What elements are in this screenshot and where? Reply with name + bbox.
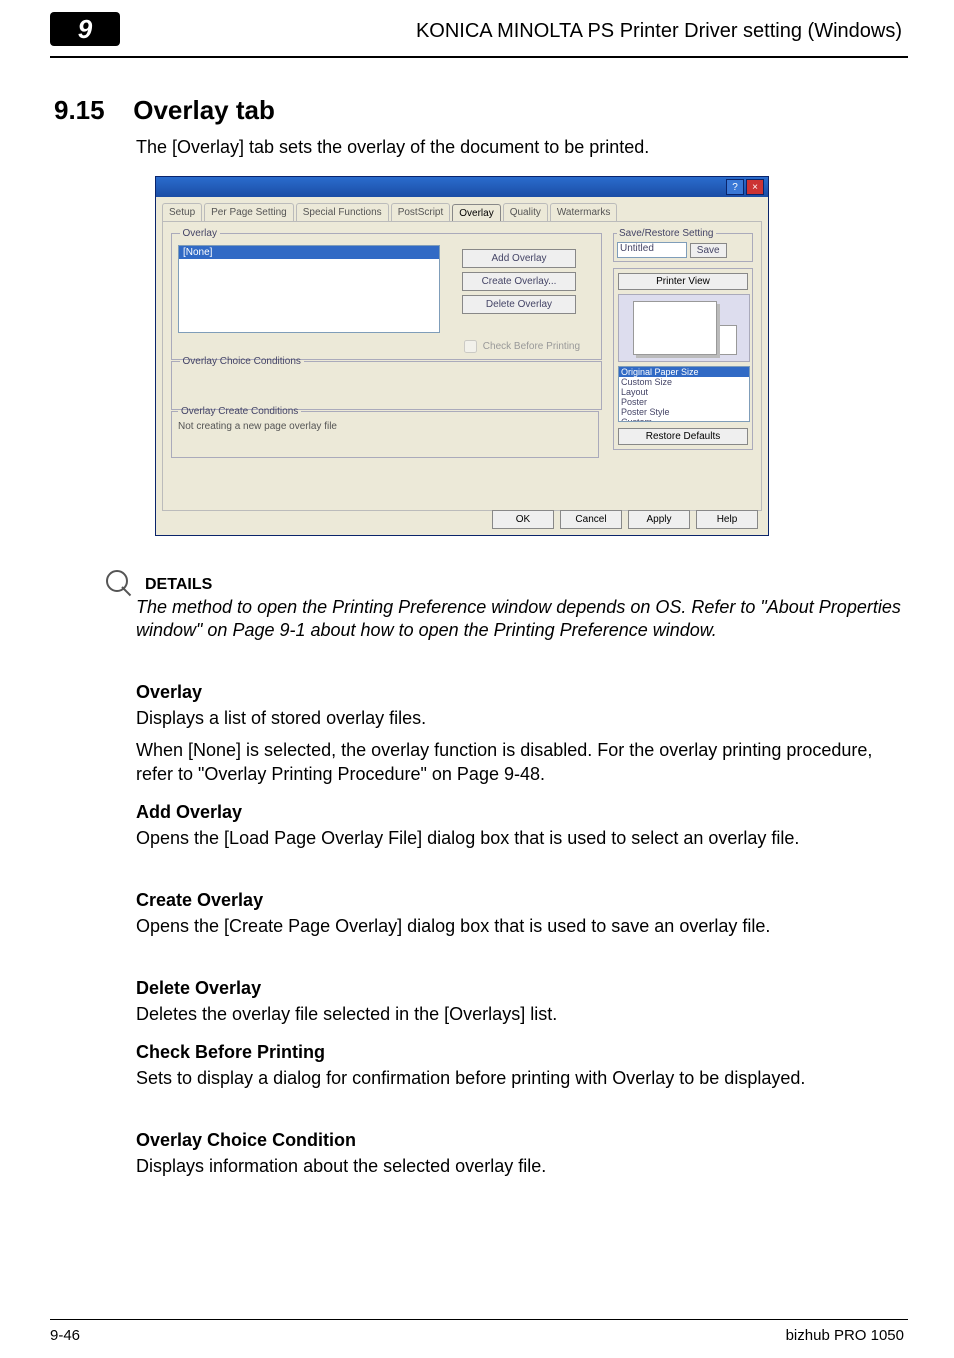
footer-page-number: 9-46: [50, 1327, 80, 1344]
right-column: Save/Restore Setting Untitled Save Print…: [613, 228, 753, 456]
apply-button[interactable]: Apply: [628, 510, 690, 529]
save-restore-select[interactable]: Untitled: [617, 242, 687, 258]
delete-overlay-button[interactable]: Delete Overlay: [462, 295, 576, 314]
overlay-list-selected[interactable]: [None]: [179, 246, 439, 259]
check-before-printing-label: Check Before Printing: [483, 341, 580, 352]
property-item[interactable]: Custom Size: [619, 377, 749, 387]
property-item[interactable]: Layout: [619, 387, 749, 397]
topic-overlay-p2: When [None] is selected, the overlay fun…: [136, 738, 902, 787]
create-overlay-button[interactable]: Create Overlay...: [462, 272, 576, 291]
chapter-number: 9: [78, 14, 92, 45]
restore-defaults-button[interactable]: Restore Defaults: [618, 428, 748, 445]
topic-overlay-title: Overlay: [136, 680, 902, 704]
topic-check-title: Check Before Printing: [136, 1040, 902, 1064]
dialog-client-area: Overlay [None] Add Overlay Create Overla…: [162, 221, 762, 511]
overlay-listbox[interactable]: [None]: [178, 245, 440, 333]
printer-view-button[interactable]: Printer View: [618, 273, 748, 290]
tab-quality[interactable]: Quality: [503, 203, 548, 221]
section-number: 9.15: [54, 95, 126, 126]
topic-overlay-p1: Displays a list of stored overlay files.: [136, 706, 902, 730]
add-overlay-button[interactable]: Add Overlay: [462, 249, 576, 268]
tab-overlay[interactable]: Overlay: [452, 204, 500, 222]
footer-product: bizhub PRO 1050: [786, 1327, 904, 1344]
section-title: Overlay tab: [133, 95, 275, 125]
dialog-tab-row: Setup Per Page Setting Special Functions…: [156, 197, 768, 221]
section-heading: 9.15 Overlay tab: [54, 95, 275, 126]
cancel-button[interactable]: Cancel: [560, 510, 622, 529]
topic-create-p1: Opens the [Create Page Overlay] dialog b…: [136, 914, 902, 938]
header-rule: [50, 56, 908, 58]
overlay-create-legend: Overlay Create Conditions: [178, 406, 301, 417]
overlay-create-line: Not creating a new page overlay file: [178, 421, 592, 432]
tab-per-page-setting[interactable]: Per Page Setting: [204, 203, 294, 221]
overlay-fieldset: Overlay [None] Add Overlay Create Overla…: [171, 228, 602, 360]
topic-delete-title: Delete Overlay: [136, 976, 902, 1000]
tab-special-functions[interactable]: Special Functions: [296, 203, 389, 221]
dialog-buttons: OK Cancel Apply Help: [492, 510, 758, 529]
save-restore-legend: Save/Restore Setting: [617, 228, 716, 239]
topic-choice-p1: Displays information about the selected …: [136, 1154, 902, 1178]
topic-add-title: Add Overlay: [136, 800, 902, 824]
overlay-buttons: Add Overlay Create Overlay... Delete Ove…: [462, 245, 576, 318]
tab-setup[interactable]: Setup: [162, 203, 202, 221]
dialog-titlebar: ? ×: [156, 177, 768, 197]
topic-check-p1: Sets to display a dialog for confirmatio…: [136, 1066, 902, 1090]
printer-view-fieldset: Printer View Original Paper Size Custom …: [613, 268, 753, 450]
save-button[interactable]: Save: [690, 243, 727, 258]
dialog-screenshot: ? × Setup Per Page Setting Special Funct…: [155, 176, 769, 536]
footer-rule: [50, 1319, 908, 1320]
printer-preview: [618, 294, 750, 362]
tab-watermarks[interactable]: Watermarks: [550, 203, 618, 221]
details-label: DETAILS: [145, 574, 902, 596]
chapter-tab: 9: [50, 12, 120, 46]
ok-button[interactable]: OK: [492, 510, 554, 529]
property-list[interactable]: Original Paper Size Custom Size Layout P…: [618, 366, 750, 422]
save-restore-fieldset: Save/Restore Setting Untitled Save: [613, 228, 753, 262]
overlay-legend: Overlay: [180, 228, 220, 239]
chapter-title: KONICA MINOLTA PS Printer Driver setting…: [416, 20, 902, 43]
overlay-choice-legend: Overlay Choice Conditions: [180, 356, 304, 367]
magnifier-icon: [104, 568, 136, 600]
intro-text: The [Overlay] tab sets the overlay of th…: [136, 135, 902, 159]
titlebar-close-button[interactable]: ×: [746, 179, 764, 195]
check-before-printing-checkbox[interactable]: Check Before Printing: [460, 337, 580, 356]
topic-delete-p1: Deletes the overlay file selected in the…: [136, 1002, 902, 1026]
manual-page: 9 KONICA MINOLTA PS Printer Driver setti…: [0, 0, 954, 1358]
help-button[interactable]: Help: [696, 510, 758, 529]
titlebar-help-button[interactable]: ?: [726, 179, 744, 195]
property-item[interactable]: Custom: [619, 417, 749, 422]
topic-create-title: Create Overlay: [136, 888, 902, 912]
tab-postscript[interactable]: PostScript: [391, 203, 451, 221]
property-item-selected[interactable]: Original Paper Size: [619, 367, 749, 377]
overlay-choice-fieldset: Overlay Choice Conditions: [171, 356, 602, 410]
overlay-create-fieldset: Overlay Create Conditions Not creating a…: [171, 406, 599, 458]
topic-add-p1: Opens the [Load Page Overlay File] dialo…: [136, 826, 902, 850]
property-item[interactable]: Poster Style: [619, 407, 749, 417]
details-body: The method to open the Printing Preferen…: [136, 596, 902, 643]
check-before-printing-input[interactable]: [464, 340, 477, 353]
property-item[interactable]: Poster: [619, 397, 749, 407]
topic-choice-title: Overlay Choice Condition: [136, 1128, 902, 1152]
